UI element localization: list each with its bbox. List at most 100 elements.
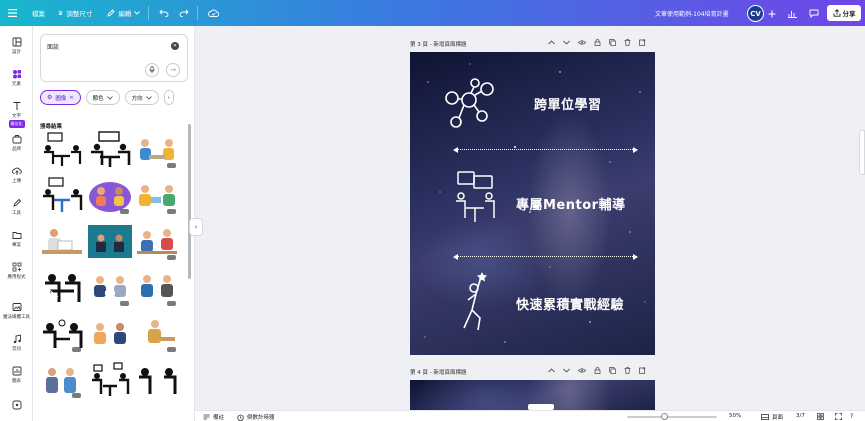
eye-icon[interactable] [578, 39, 586, 46]
elements-icon [12, 70, 21, 79]
help-icon: ? [850, 413, 854, 420]
eye-icon[interactable] [578, 367, 586, 374]
user-avatar[interactable]: CV [747, 5, 764, 22]
redo-button[interactable] [179, 9, 190, 17]
result-thumbnail[interactable] [88, 315, 132, 353]
timer-icon [237, 414, 244, 421]
zoom-value[interactable]: 50% [729, 413, 741, 419]
result-thumbnail[interactable] [135, 177, 179, 215]
lock-icon[interactable] [594, 367, 601, 374]
result-thumbnail[interactable] [135, 315, 179, 353]
rail-item-charts[interactable]: 圖表 [0, 366, 33, 384]
voice-search-button[interactable] [145, 63, 159, 77]
bar-chart-icon [788, 11, 797, 18]
timer-button[interactable]: 倒數計時器 [237, 413, 275, 421]
arrow-right-icon: → [170, 66, 176, 74]
filter-chip-orientation[interactable]: 方向 [124, 90, 159, 105]
filter-chip-graphics[interactable]: ⚙ 圖像 ✕ [40, 90, 81, 105]
rail-item-text[interactable]: 文字 最佳化 [0, 101, 33, 128]
slide-page-4[interactable] [410, 380, 655, 410]
arrow-right-icon [633, 254, 638, 260]
slide-heading-1[interactable]: 跨單位學習 [534, 94, 602, 113]
add-page-icon[interactable] [639, 367, 646, 374]
rail-label: 設計 [12, 50, 21, 55]
jumping-person-icon [463, 272, 487, 331]
document-title[interactable]: 文章使用範例-104培育計畫 [655, 9, 729, 18]
lock-icon[interactable] [594, 39, 601, 46]
results-scrollbar-thumb[interactable] [188, 124, 191, 279]
filter-chip-color[interactable]: 顏色 [85, 90, 120, 105]
collapse-panel-button[interactable]: ‹ [189, 218, 203, 236]
search-input[interactable]: 面談 [47, 42, 59, 51]
filter-scroll-right[interactable]: › [163, 90, 174, 105]
rail-label: 魔法媒體工具 [3, 315, 30, 320]
grid-view-button[interactable] [817, 413, 824, 420]
comments-button[interactable] [806, 6, 821, 21]
add-page-icon[interactable] [639, 39, 646, 46]
rail-item-design[interactable]: 設計 [0, 37, 33, 55]
rail-item-upload[interactable]: 上傳 [0, 166, 33, 184]
help-button[interactable]: ? [850, 413, 853, 420]
chevron-down-icon[interactable] [563, 367, 570, 374]
result-thumbnail[interactable] [88, 269, 132, 307]
resize-button[interactable]: ♛ 調整尺寸 [58, 8, 92, 19]
rail-item-brand[interactable]: 品牌 [0, 134, 33, 152]
rail-item-audio[interactable]: 音訊 [0, 334, 33, 352]
result-thumbnail[interactable] [40, 131, 84, 169]
rail-item-magic-media[interactable]: 魔法媒體工具 [0, 302, 33, 320]
result-thumbnail[interactable] [135, 269, 179, 307]
chevron-up-icon[interactable] [548, 39, 555, 46]
fullscreen-button[interactable] [835, 413, 842, 420]
result-thumbnail[interactable] [40, 315, 84, 353]
duplicate-icon[interactable] [609, 39, 616, 46]
trash-icon[interactable] [624, 367, 631, 374]
slide-heading-3[interactable]: 快速累積實戰經驗 [516, 294, 624, 313]
clear-search-button[interactable]: ✕ [171, 42, 179, 50]
submit-search-button[interactable]: → [166, 63, 180, 77]
result-thumbnail[interactable] [135, 361, 179, 399]
share-button[interactable]: 分享 [827, 5, 861, 21]
zoom-slider-handle[interactable] [661, 413, 668, 420]
rail-item-tools[interactable]: 工具 [0, 198, 33, 216]
rail-item-projects[interactable]: 專案 [0, 230, 33, 248]
chip-label: 方向 [131, 95, 143, 102]
invite-button[interactable] [764, 6, 779, 21]
chevron-up-icon[interactable] [548, 367, 555, 374]
slide-page-3[interactable]: 跨單位學習 專屬Mentor輔導 快速累積實戰經驗 [410, 52, 655, 355]
zoom-slider[interactable] [627, 416, 717, 418]
menu-button[interactable] [8, 9, 17, 17]
rail-label: 音訊 [12, 347, 21, 352]
duplicate-icon[interactable] [609, 367, 616, 374]
result-thumbnail[interactable] [135, 223, 179, 261]
help-side-tab[interactable] [859, 130, 865, 175]
undo-button[interactable] [159, 9, 169, 17]
chevron-left-icon: ‹ [194, 223, 198, 231]
edit-mode-button[interactable]: 編輯 [107, 8, 141, 18]
rail-item-more[interactable] [0, 400, 33, 412]
result-thumbnail[interactable] [88, 223, 132, 261]
result-thumbnail[interactable] [40, 223, 84, 261]
insights-button[interactable] [785, 6, 800, 21]
result-thumbnail[interactable] [88, 131, 132, 169]
rail-item-apps[interactable]: 應用程式 [0, 262, 33, 280]
result-thumbnail[interactable] [135, 131, 179, 169]
result-thumbnail[interactable] [40, 361, 84, 399]
trash-icon[interactable] [624, 39, 631, 46]
chevron-down-icon[interactable] [563, 39, 570, 46]
file-menu[interactable]: 檔案 [32, 8, 45, 18]
pencil-icon [107, 9, 116, 17]
search-box[interactable]: 面談 ✕ → [40, 34, 188, 82]
cloud-save-button[interactable] [208, 9, 220, 17]
page-3-header[interactable]: 第 3 頁 - 新增頁面標題 [410, 40, 466, 48]
notes-button[interactable]: 備註 [203, 413, 224, 421]
rail-item-elements[interactable]: 元素 [0, 69, 33, 87]
result-thumbnail[interactable] [40, 269, 84, 307]
slide-heading-2[interactable]: 專屬Mentor輔導 [516, 194, 626, 213]
pages-button[interactable]: 頁面 [761, 413, 783, 421]
close-icon[interactable]: ✕ [69, 95, 73, 101]
result-thumbnail[interactable] [88, 361, 132, 399]
chevron-down-icon [106, 95, 113, 100]
result-thumbnail[interactable] [88, 177, 132, 215]
page-4-header[interactable]: 第 4 頁 - 新增頁面標題 [410, 368, 466, 376]
result-thumbnail[interactable] [40, 177, 84, 215]
